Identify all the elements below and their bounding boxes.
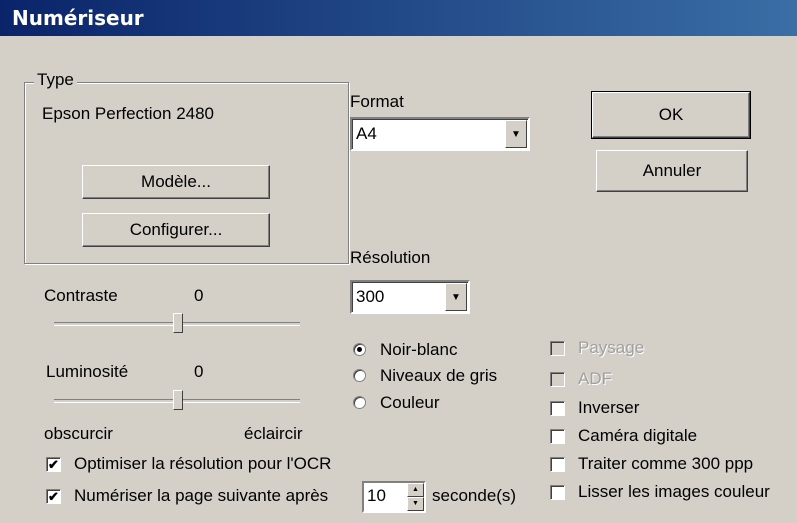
- checkbox-ocr-optimize-label[interactable]: Optimiser la résolution pour l'OCR: [74, 454, 331, 474]
- spin-up-icon[interactable]: ▲: [407, 483, 424, 497]
- checkbox-camera-digitale[interactable]: [550, 429, 565, 444]
- checkbox-adf-label: ADF: [578, 369, 612, 388]
- checkbox-camera-digitale-label[interactable]: Caméra digitale: [578, 426, 697, 446]
- chevron-down-icon[interactable]: ▼: [445, 283, 467, 311]
- radio-noir-blanc-label[interactable]: Noir-blanc: [380, 340, 457, 360]
- checkbox-next-page-label[interactable]: Numériser la page suivante après: [74, 486, 328, 506]
- brightness-value: 0: [194, 362, 204, 381]
- seconds-unit-label: seconde(s): [432, 486, 517, 505]
- title-bar: Numériseur: [0, 0, 797, 36]
- checkbox-traiter-300[interactable]: [550, 457, 565, 472]
- model-button[interactable]: Modèle...: [82, 165, 270, 199]
- checkbox-ocr-optimize[interactable]: ✔: [46, 457, 61, 472]
- seconds-spinner[interactable]: 10 ▲ ▼: [362, 481, 426, 513]
- checkbox-adf[interactable]: [550, 372, 565, 387]
- cancel-button[interactable]: Annuler: [596, 150, 748, 192]
- resolution-label: Résolution: [350, 248, 431, 267]
- contrast-label: Contraste: [44, 286, 118, 305]
- checkbox-lisser-couleur-label[interactable]: Lisser les images couleur: [578, 482, 770, 502]
- brightness-slider[interactable]: [54, 390, 300, 410]
- checkbox-inverser[interactable]: [550, 401, 565, 416]
- brightness-label: Luminosité: [46, 362, 129, 381]
- type-group-label: Type: [34, 70, 77, 90]
- checkbox-inverser-label[interactable]: Inverser: [578, 398, 639, 418]
- radio-noir-blanc[interactable]: [353, 343, 366, 356]
- checkbox-paysage-label: Paysage: [578, 338, 645, 357]
- checkbox-next-page[interactable]: ✔: [46, 489, 61, 504]
- ok-button[interactable]: OK: [591, 91, 751, 139]
- chevron-down-icon[interactable]: ▼: [505, 120, 527, 148]
- resolution-selected-value: 300: [356, 287, 385, 306]
- resolution-select[interactable]: 300 ▼: [350, 280, 470, 314]
- radio-couleur-label[interactable]: Couleur: [380, 393, 440, 413]
- device-name: Epson Perfection 2480: [42, 104, 215, 123]
- contrast-value: 0: [194, 286, 204, 305]
- format-label: Format: [350, 92, 404, 111]
- brightness-slider-thumb[interactable]: [173, 390, 183, 410]
- format-select[interactable]: A4 ▼: [350, 117, 530, 151]
- contrast-slider[interactable]: [54, 313, 300, 333]
- radio-couleur[interactable]: [353, 396, 366, 409]
- configure-button[interactable]: Configurer...: [82, 213, 270, 247]
- seconds-value[interactable]: 10: [367, 486, 386, 506]
- brightness-min-label: obscurcir: [44, 424, 113, 443]
- radio-niveaux-de-gris[interactable]: [353, 369, 366, 382]
- format-selected-value: A4: [356, 124, 377, 143]
- brightness-max-label: éclaircir: [244, 424, 303, 443]
- spinner-buttons: ▲ ▼: [407, 483, 424, 511]
- spin-down-icon[interactable]: ▼: [407, 497, 424, 511]
- window-title: Numériseur: [12, 6, 144, 30]
- radio-niveaux-de-gris-label[interactable]: Niveaux de gris: [380, 366, 497, 386]
- checkbox-lisser-couleur[interactable]: [550, 485, 565, 500]
- contrast-slider-thumb[interactable]: [173, 313, 183, 333]
- checkbox-paysage[interactable]: [550, 341, 565, 356]
- checkbox-traiter-300-label[interactable]: Traiter comme 300 ppp: [578, 454, 753, 474]
